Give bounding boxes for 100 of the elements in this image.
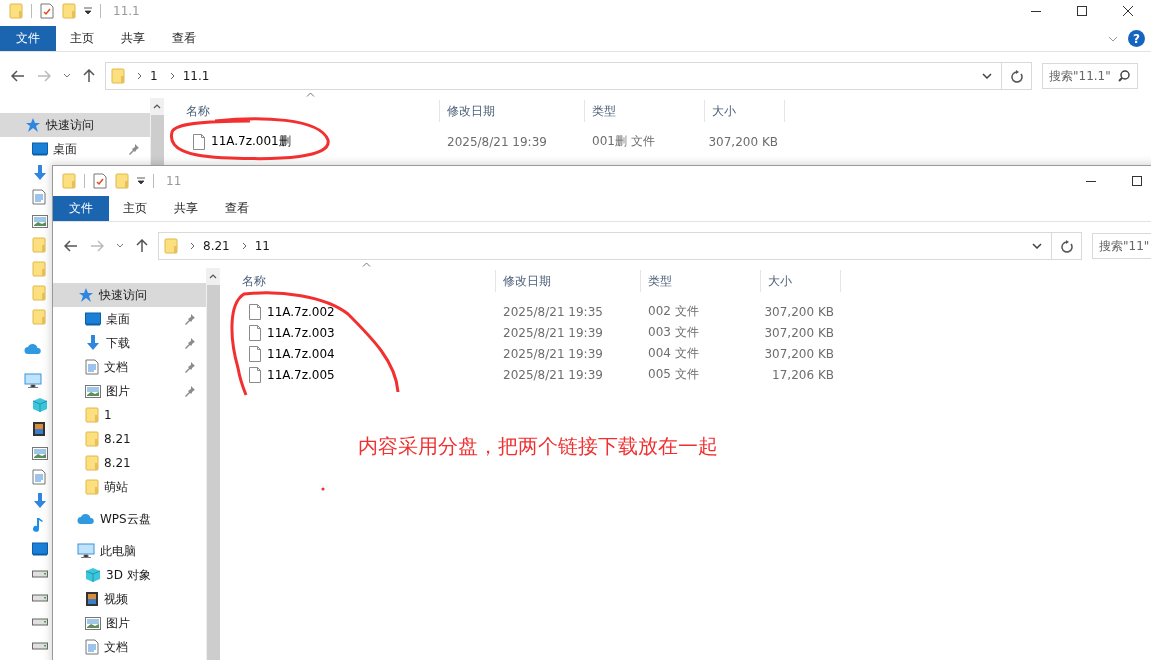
- computer-icon: [77, 543, 95, 559]
- image-icon: [85, 384, 101, 398]
- document-icon: [85, 359, 99, 375]
- nav-item[interactable]: 下载: [53, 331, 206, 355]
- nav-item[interactable]: 萌站: [53, 475, 206, 499]
- nav-item[interactable]: 文档: [53, 355, 206, 379]
- file-menu-button[interactable]: 文件: [53, 196, 109, 221]
- file-icon: [249, 366, 261, 383]
- forward-arrow-icon[interactable]: [90, 240, 104, 252]
- refresh-button[interactable]: [1052, 232, 1082, 260]
- folder-icon: [85, 431, 99, 447]
- scroll-thumb[interactable]: [150, 115, 164, 166]
- film-icon: [32, 421, 46, 437]
- ribbon-tab[interactable]: 共享: [161, 196, 211, 221]
- ribbon-tab[interactable]: 查看: [159, 26, 209, 51]
- chevron-icon[interactable]: [169, 72, 175, 80]
- table-cell-text: 307,200 KB: [707, 133, 779, 151]
- back-arrow-icon[interactable]: [11, 70, 25, 82]
- document-icon: [32, 189, 46, 205]
- search-field[interactable]: 搜索"11": [1092, 233, 1151, 259]
- column-header[interactable]: 修改日期: [440, 100, 585, 122]
- chevron-icon[interactable]: [137, 72, 142, 80]
- nav-item[interactable]: 图片: [53, 611, 206, 635]
- ribbon-tab[interactable]: 主页: [57, 26, 107, 51]
- scrollbar[interactable]: [150, 98, 164, 166]
- column-header[interactable]: 名称: [220, 270, 496, 292]
- ribbon-tab[interactable]: 主页: [110, 196, 160, 221]
- dropdown-icon[interactable]: [137, 177, 145, 185]
- nav-item[interactable]: 8.21: [53, 451, 206, 475]
- monitor-icon: [85, 312, 101, 326]
- dropdown-icon[interactable]: [84, 7, 92, 15]
- up-arrow-icon[interactable]: [136, 239, 148, 253]
- document-icon: [32, 469, 46, 485]
- ribbon-tab[interactable]: 共享: [108, 26, 158, 51]
- table-cell-text: 2025/8/21 19:35: [502, 303, 604, 321]
- file-name[interactable]: 11A.7z.003: [220, 322, 496, 343]
- help-button[interactable]: ?: [1128, 30, 1145, 47]
- file-name[interactable]: 11A.7z.004: [220, 343, 496, 364]
- search-field[interactable]: 搜索"11.1": [1042, 63, 1138, 89]
- nav-item[interactable]: 1: [53, 403, 206, 427]
- column-header[interactable]: 名称: [164, 100, 440, 122]
- table-cell-text: 2025/8/21 19:39: [502, 366, 604, 384]
- table-cell-text: 003 文件: [647, 324, 700, 341]
- column-header[interactable]: 大小: [705, 100, 785, 122]
- nav-item[interactable]: 桌面: [0, 137, 150, 161]
- file-icon: [193, 133, 205, 150]
- scroll-up-icon[interactable]: [209, 274, 217, 279]
- checklist-icon[interactable]: [93, 173, 107, 189]
- star-icon: [78, 287, 94, 303]
- nav-item[interactable]: 此电脑: [53, 539, 206, 563]
- drive-icon: [32, 568, 48, 578]
- download-icon: [32, 493, 48, 509]
- chevron-icon[interactable]: [190, 242, 195, 250]
- forward-arrow-icon[interactable]: [37, 70, 51, 82]
- up-arrow-icon[interactable]: [83, 69, 95, 83]
- folder-icon: [85, 455, 99, 471]
- breadcrumb[interactable]: 11.1: [182, 69, 210, 83]
- table-cell-text: 001删 文件: [591, 133, 656, 150]
- back-arrow-icon[interactable]: [64, 240, 78, 252]
- column-header[interactable]: 修改日期: [496, 270, 641, 292]
- nav-item[interactable]: 快速访问: [53, 283, 206, 307]
- file-name[interactable]: 11A.7z.001删: [164, 131, 440, 152]
- window-title: 11.1: [113, 4, 140, 18]
- chevron-down-icon[interactable]: [1108, 35, 1118, 42]
- ribbon-tab[interactable]: 查看: [212, 196, 262, 221]
- nav-item[interactable]: 文档: [53, 635, 206, 659]
- column-header[interactable]: 大小: [761, 270, 841, 292]
- table-cell-text: 002 文件: [647, 303, 700, 320]
- recent-locations-icon[interactable]: [116, 243, 124, 249]
- maximize-icon: [1077, 6, 1087, 16]
- column-header[interactable]: 类型: [585, 100, 705, 122]
- address-bar[interactable]: 1 11.1: [105, 62, 1002, 90]
- recent-locations-icon[interactable]: [63, 73, 71, 79]
- table-cell-text: 2025/8/21 19:39: [502, 324, 604, 342]
- checklist-icon[interactable]: [40, 3, 54, 19]
- nav-item[interactable]: 快速访问: [0, 113, 150, 137]
- breadcrumb[interactable]: 8.21: [203, 239, 230, 253]
- dropdown-icon[interactable]: [982, 73, 992, 79]
- image-icon: [85, 616, 101, 630]
- chevron-icon[interactable]: [241, 242, 247, 250]
- breadcrumb[interactable]: 1: [150, 69, 158, 83]
- folder-icon: [164, 238, 178, 254]
- file-name[interactable]: 11A.7z.005: [220, 364, 496, 385]
- breadcrumb[interactable]: 11: [254, 239, 270, 253]
- nav-item[interactable]: WPS云盘: [53, 507, 206, 531]
- close-icon: [1123, 6, 1133, 16]
- nav-item[interactable]: 桌面: [53, 307, 206, 331]
- nav-item[interactable]: 图片: [53, 379, 206, 403]
- address-bar[interactable]: 8.21 11: [158, 232, 1052, 260]
- document-icon: [85, 639, 99, 655]
- file-name[interactable]: 11A.7z.002: [220, 301, 496, 322]
- dropdown-icon[interactable]: [1032, 243, 1042, 249]
- refresh-button[interactable]: [1002, 62, 1032, 90]
- film-icon: [85, 591, 99, 607]
- nav-item[interactable]: 8.21: [53, 427, 206, 451]
- column-header[interactable]: 类型: [641, 270, 761, 292]
- nav-item[interactable]: 3D 对象: [53, 563, 206, 587]
- file-menu-button[interactable]: 文件: [0, 26, 56, 51]
- scroll-up-icon[interactable]: [153, 104, 161, 109]
- nav-item[interactable]: 视频: [53, 587, 206, 611]
